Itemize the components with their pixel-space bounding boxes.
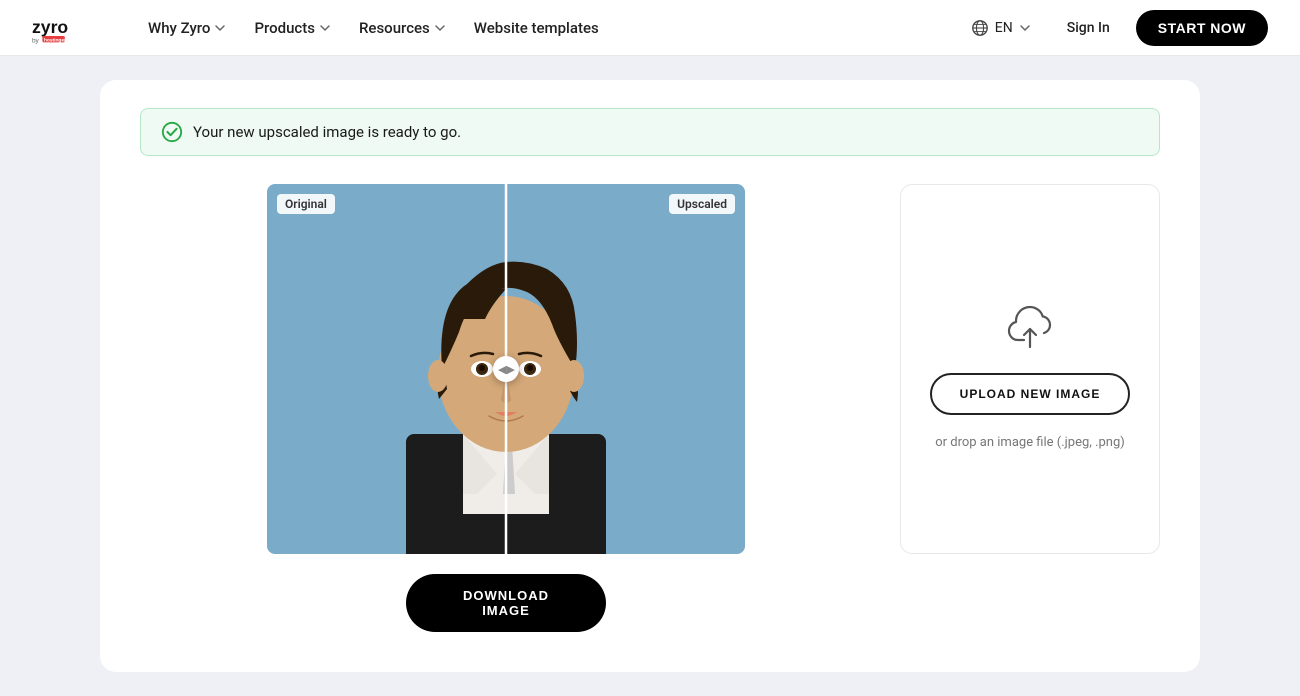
chevron-down-icon	[434, 22, 446, 34]
language-selector[interactable]: EN	[961, 13, 1041, 43]
svg-text:zyro: zyro	[32, 16, 68, 36]
svg-text:◀▶: ◀▶	[498, 363, 515, 376]
success-message: Your new upscaled image is ready to go.	[193, 123, 461, 141]
nav-why-zyro[interactable]: Why Zyro	[136, 11, 238, 45]
chevron-down-icon	[319, 22, 331, 34]
start-now-button[interactable]: START NOW	[1136, 10, 1268, 46]
nav-resources[interactable]: Resources	[347, 11, 458, 45]
check-circle-icon	[161, 121, 183, 143]
navbar: zyro by hostinger Why Zyro Products Reso…	[0, 0, 1300, 56]
svg-text:by: by	[32, 37, 40, 44]
main-content: Your new upscaled image is ready to go.	[0, 56, 1300, 696]
nav-products[interactable]: Products	[242, 11, 343, 45]
success-banner: Your new upscaled image is ready to go.	[140, 108, 1160, 156]
upload-panel[interactable]: UPLOAD NEW IMAGE or drop an image file (…	[900, 184, 1160, 554]
image-compare-wrap: ◀▶ Original Upscaled DOWNLOAD IMAGE	[140, 184, 872, 632]
drop-hint: or drop an image file (.jpeg, .png)	[935, 435, 1125, 450]
nav-website-templates[interactable]: Website templates	[462, 11, 611, 45]
nav-items: Why Zyro Products Resources Website temp…	[136, 11, 961, 45]
original-label: Original	[277, 194, 335, 214]
svg-text:hostinger: hostinger	[44, 37, 66, 43]
chevron-down-icon	[1019, 22, 1031, 34]
globe-icon	[971, 19, 989, 37]
sign-in-button[interactable]: Sign In	[1057, 14, 1120, 42]
comparison-image: ◀▶	[267, 184, 745, 554]
upload-new-image-button[interactable]: UPLOAD NEW IMAGE	[930, 373, 1130, 415]
compare-row: ◀▶ Original Upscaled DOWNLOAD IMAGE	[140, 184, 1160, 632]
nav-right: EN Sign In START NOW	[961, 10, 1268, 46]
upload-cloud-icon	[1002, 297, 1058, 353]
download-button[interactable]: DOWNLOAD IMAGE	[406, 574, 606, 632]
logo[interactable]: zyro by hostinger	[32, 10, 104, 46]
upscaled-label: Upscaled	[669, 194, 735, 214]
image-compare[interactable]: ◀▶ Original Upscaled	[267, 184, 745, 554]
content-card: Your new upscaled image is ready to go.	[100, 80, 1200, 672]
chevron-down-icon	[214, 22, 226, 34]
